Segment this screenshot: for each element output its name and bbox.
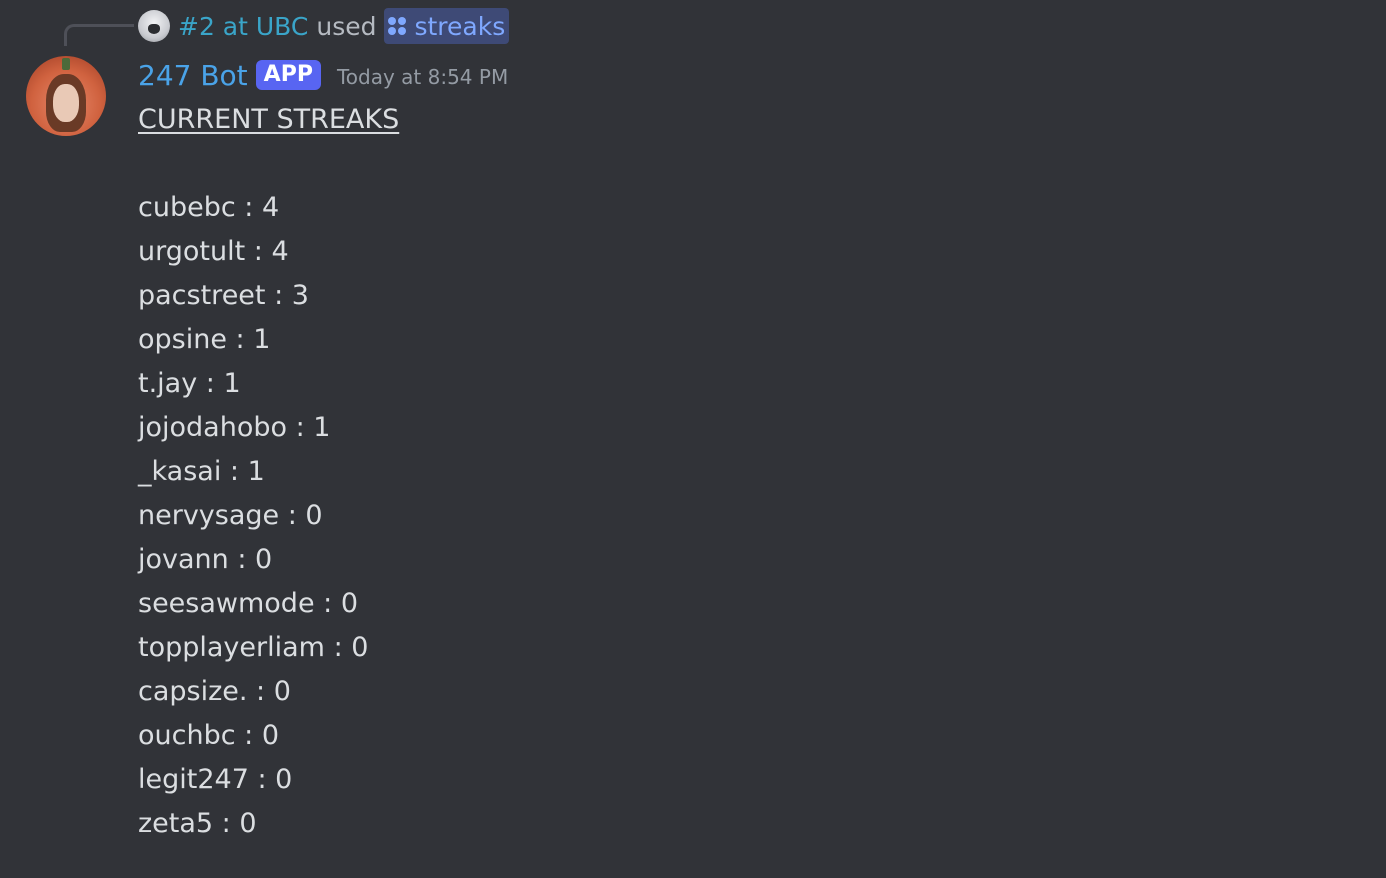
streak-user-name: nervysage — [138, 500, 280, 531]
author-avatar[interactable] — [26, 56, 106, 136]
streak-value: 0 — [239, 808, 257, 839]
streak-user-name: opsine — [138, 324, 227, 355]
command-user-avatar[interactable] — [138, 10, 170, 42]
streak-value: 1 — [253, 324, 271, 355]
streak-separator: : — [248, 764, 276, 795]
streak-row: t.jay : 1 — [138, 362, 399, 406]
command-name: streaks — [414, 11, 506, 41]
streak-separator: : — [287, 412, 314, 443]
streak-separator: : — [245, 236, 272, 267]
streak-value: 0 — [273, 676, 291, 707]
streak-value: 0 — [351, 632, 369, 663]
streak-list: cubebc : 4 urgotult : 4 pacstreet : 3 opsin… — [138, 186, 399, 846]
chat-message: #2 at UBC used streaks 247 Bot APP Today… — [0, 0, 1386, 878]
streak-value: 0 — [255, 544, 273, 575]
streak-separator: : — [228, 544, 256, 575]
avatar-stem — [62, 58, 70, 70]
streak-user-name: zeta5 — [138, 808, 214, 839]
streak-row: jovann : 0 — [138, 538, 399, 582]
command-usage-line: #2 at UBC used streaks — [138, 8, 510, 44]
command-used-label: used — [316, 11, 377, 41]
streak-user-name: t.jay — [138, 368, 198, 399]
streak-separator: : — [324, 632, 352, 663]
streak-row: urgotult : 4 — [138, 230, 399, 274]
streak-user-name: _kasai — [138, 456, 222, 487]
streak-user-name: jojodahobo — [138, 412, 288, 443]
streak-row: ouchbc : 0 — [138, 714, 399, 758]
slash-command-dots-icon — [388, 17, 407, 35]
streak-user-name: jovann — [138, 544, 229, 575]
streak-row: _kasai : 1 — [138, 450, 399, 494]
streak-separator: : — [247, 676, 274, 707]
streak-user-name: topplayerliam — [138, 632, 325, 663]
streak-value: 3 — [291, 280, 309, 311]
streak-user-name: cubebc — [138, 192, 236, 223]
streak-value: 1 — [247, 456, 265, 487]
streak-row: legit247 : 0 — [138, 758, 399, 802]
streaks-title: CURRENT STREAKS — [138, 104, 400, 135]
avatar-face — [53, 84, 79, 122]
streak-value: 4 — [261, 192, 280, 223]
streak-user-name: urgotult — [138, 236, 246, 267]
streak-row: pacstreet : 3 — [138, 274, 399, 318]
streak-separator: : — [314, 588, 341, 619]
streak-row: topplayerliam : 0 — [138, 626, 399, 670]
streak-row: jojodahobo : 1 — [138, 406, 399, 450]
streak-row: zeta5 : 0 — [138, 802, 399, 846]
streak-separator: : — [213, 808, 240, 839]
streak-user-name: pacstreet — [138, 280, 266, 311]
streak-user-name: capsize. — [138, 676, 248, 707]
author-name[interactable]: 247 Bot — [138, 59, 248, 92]
streak-value: 0 — [305, 500, 323, 531]
streak-user-name: ouchbc — [138, 720, 236, 751]
streak-row: nervysage : 0 — [138, 494, 399, 538]
app-badge: APP — [255, 60, 321, 90]
streak-separator: : — [235, 192, 262, 223]
streak-value: 0 — [275, 764, 293, 795]
streak-separator: : — [279, 500, 306, 531]
streak-separator: : — [226, 324, 254, 355]
streak-value: 1 — [313, 412, 331, 443]
message-header: 247 Bot APP Today at 8:54 PM — [138, 56, 508, 94]
command-mention[interactable]: streaks — [384, 8, 510, 44]
streak-separator: : — [197, 368, 224, 399]
streak-value: 0 — [261, 720, 280, 751]
streak-separator: : — [221, 456, 248, 487]
streak-row: cubebc : 4 — [138, 186, 399, 230]
streak-row: seesawmode : 0 — [138, 582, 399, 626]
streak-row: opsine : 1 — [138, 318, 399, 362]
streak-value: 4 — [271, 236, 289, 267]
streak-value: 1 — [223, 368, 241, 399]
message-timestamp[interactable]: Today at 8:54 PM — [337, 61, 508, 89]
streak-separator: : — [235, 720, 262, 751]
message-content: CURRENT STREAKS cubebc : 4 urgotult : 4 pa… — [138, 98, 399, 846]
command-user-name[interactable]: #2 at UBC — [178, 12, 308, 41]
streak-separator: : — [265, 280, 292, 311]
streak-user-name: legit247 — [138, 764, 249, 795]
reply-spine-icon — [64, 24, 134, 46]
streak-user-name: seesawmode — [138, 588, 315, 619]
streak-value: 0 — [340, 588, 359, 619]
streak-row: capsize. : 0 — [138, 670, 399, 714]
